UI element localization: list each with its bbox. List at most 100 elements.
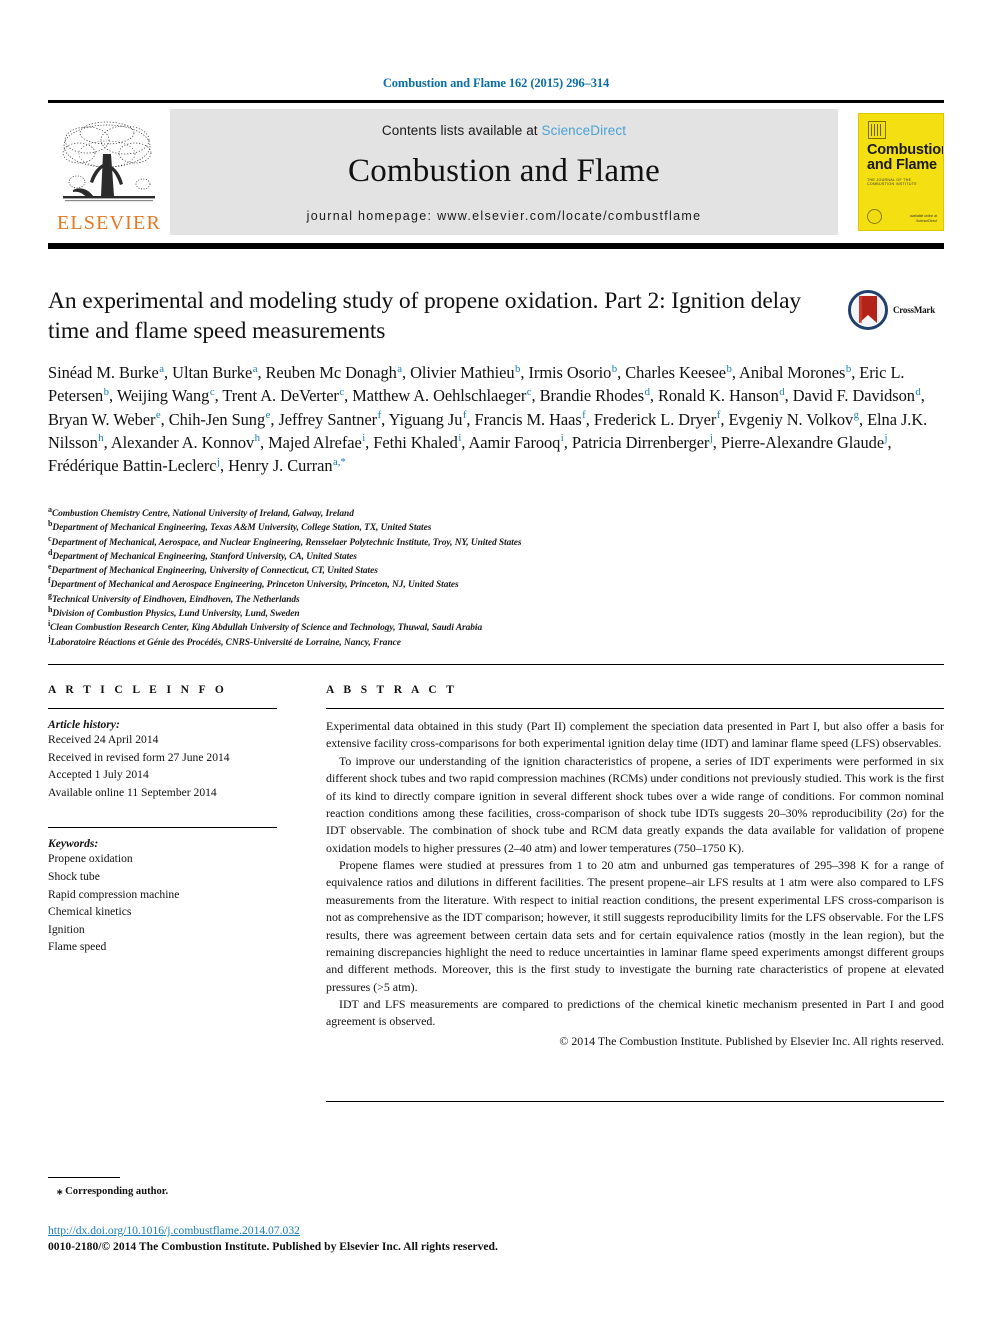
author-affiliation-marker: b: [515, 362, 521, 375]
paper-first-page: Combustion and Flame 162 (2015) 296–314: [0, 0, 992, 1323]
abstract-top-rule: [326, 708, 944, 709]
crossmark-badge[interactable]: CrossMark: [848, 288, 944, 332]
author-name: Fethi Khaled: [373, 432, 458, 452]
corresponding-author-text: Corresponding author.: [65, 1186, 169, 1197]
cover-badge-icon: [867, 209, 882, 224]
author-affiliation-marker: i: [362, 432, 366, 445]
issn-copyright-line: 0010-2180/© 2014 The Combustion Institut…: [48, 1240, 498, 1253]
author-name: Henry J. Curran: [228, 456, 333, 476]
author-affiliation-marker: e: [265, 409, 271, 422]
journal-masthead: ELSEVIER Contents lists available at Sci…: [48, 100, 944, 236]
doi-link[interactable]: http://dx.doi.org/10.1016/j.combustflame…: [48, 1224, 300, 1237]
author-affiliation-marker: g: [853, 409, 859, 422]
author-affiliation-marker: f: [462, 409, 467, 422]
keyword-item: Chemical kinetics: [48, 905, 132, 919]
author-affiliation-marker: f: [377, 409, 382, 422]
abstract-paragraph: Propene flames were studied at pressures…: [326, 858, 944, 994]
author-name: Yiguang Ju: [388, 409, 463, 429]
elsevier-logo: ELSEVIER: [48, 109, 170, 235]
affiliation-text: Department of Mechanical Engineering, Te…: [52, 523, 432, 534]
running-head: Combustion and Flame 162 (2015) 296–314: [382, 76, 610, 90]
keyword-item: Propene oxidation: [48, 852, 133, 866]
page-title: An experimental and modeling study of pr…: [48, 288, 802, 345]
article-history-item: Received 24 April 2014: [48, 733, 159, 746]
affiliation-item: cDepartment of Mechanical, Aerospace, an…: [48, 534, 944, 550]
author-name: Ronald K. Hanson: [658, 386, 779, 406]
author-affiliation-marker: h: [98, 432, 104, 445]
affiliation-item: hDivision of Combustion Physics, Lund Un…: [48, 605, 944, 621]
author-affiliation-marker: i: [560, 432, 564, 445]
author-name: Ultan Burke: [172, 363, 253, 382]
footnote-rule: [48, 1177, 120, 1178]
article-history-item: Received in revised form 27 June 2014: [48, 750, 230, 764]
title-area: An experimental and modeling study of pr…: [48, 286, 944, 346]
cover-subtitle: THE JOURNAL OF THE COMBUSTION INSTITUTE: [867, 178, 917, 186]
author-affiliation-marker: j: [884, 432, 888, 445]
abstract-text: Experimental data obtained in this study…: [326, 718, 944, 1031]
abstract-paragraph: IDT and LFS measurements are compared to…: [326, 997, 944, 1029]
article-history-item: Accepted 1 July 2014: [48, 768, 149, 782]
cover-title: Combustion and Flame: [867, 142, 943, 174]
sciencedirect-link[interactable]: ScienceDirect: [542, 123, 627, 138]
article-info-column: A R T I C L E I N F O Article history: R…: [48, 684, 298, 956]
author-affiliation-marker: b: [611, 362, 618, 375]
abstract-bottom-rule: [326, 1101, 944, 1102]
article-history-list: Received 24 April 2014 Received in revise…: [48, 731, 298, 801]
cover-footline-2: ScienceDirect: [916, 218, 937, 223]
article-info-rule-1: [48, 708, 277, 709]
keyword-item: Ignition: [48, 922, 85, 936]
journal-cover-thumbnail: Combustion and Flame THE JOURNAL OF THE …: [838, 109, 944, 235]
author-name: Irmis Osorio: [528, 363, 612, 382]
author-affiliation-marker: d: [915, 385, 921, 398]
author-affiliation-marker: b: [103, 385, 109, 398]
cover-elsevier-icon: [868, 121, 886, 139]
author-affiliation-marker: f: [716, 409, 721, 422]
elsevier-tree-icon: [62, 121, 155, 202]
author-name: Francis M. Haas: [474, 409, 582, 429]
asterisk-icon: ⁎: [57, 1185, 63, 1197]
affiliation-text: Clean Combustion Research Center, King A…: [50, 623, 483, 634]
crossmark-label: CrossMark: [893, 305, 936, 315]
author-affiliation-marker: a: [252, 362, 258, 375]
affiliation-item: dDepartment of Mechanical Engineering, S…: [48, 548, 944, 564]
keyword-item: Flame speed: [48, 940, 107, 954]
keyword-item: Rapid compression machine: [48, 887, 180, 901]
author-affiliation-marker: a,*: [332, 455, 346, 468]
author-name: David F. Davidson: [792, 386, 915, 406]
author-affiliation-marker: e: [155, 409, 161, 422]
article-history-item: Available online 11 September 2014: [48, 785, 217, 799]
article-history-label: Article history:: [48, 718, 120, 731]
author-affiliation-marker: b: [726, 362, 732, 375]
author-name: Brandie Rhodes: [539, 386, 645, 406]
author-affiliation-marker: c: [209, 385, 215, 398]
affiliation-item: eDepartment of Mechanical Engineering, U…: [48, 563, 944, 578]
author-name: Aamir Farooq: [468, 432, 561, 452]
author-affiliation-marker: j: [709, 432, 713, 445]
author-name: Anibal Morones: [739, 363, 846, 382]
journal-homepage-link[interactable]: journal homepage: www.elsevier.com/locat…: [307, 209, 702, 223]
affiliation-list: aCombustion Chemistry Centre, National U…: [48, 505, 944, 650]
author-name: Majed Alrefae: [268, 432, 362, 452]
affiliation-text: Department of Mechanical, Aerospace, and…: [51, 537, 522, 548]
affiliation-text: Technical University of Eindhoven, Eindh…: [51, 594, 300, 605]
affiliation-item: aCombustion Chemistry Centre, National U…: [48, 505, 944, 521]
contents-prefix: Contents lists available at: [381, 123, 542, 138]
author-affiliation-marker: d: [779, 385, 785, 398]
info-section-top-rule: [48, 664, 944, 665]
author-name: Bryan W. Weber: [48, 409, 156, 429]
author-affiliation-marker: a: [397, 362, 403, 375]
abstract-paragraph: To improve our understanding of the igni…: [326, 753, 944, 855]
affiliation-item: iClean Combustion Research Center, King …: [48, 620, 944, 635]
affiliation-item: jLaboratoire Réactions et Génie des Proc…: [48, 634, 944, 650]
elsevier-wordmark: ELSEVIER: [56, 212, 162, 234]
article-info-rule-2: [48, 827, 277, 829]
author-affiliation-marker: j: [217, 455, 220, 468]
author-name: Patricia Dirrenberger: [571, 432, 710, 452]
corresponding-author-note: ⁎ Corresponding author.: [57, 1184, 168, 1197]
abstract-copyright: © 2014 The Combustion Institute. Publish…: [559, 1033, 944, 1048]
author-name: Alexander A. Konnov: [110, 432, 255, 452]
author-name: Weijing Wang: [116, 386, 210, 406]
cover-title-line2: and Flame: [867, 157, 937, 174]
affiliation-item: gTechnical University of Eindhoven, Eind…: [48, 591, 944, 607]
masthead-bottom-rule: [48, 243, 944, 249]
